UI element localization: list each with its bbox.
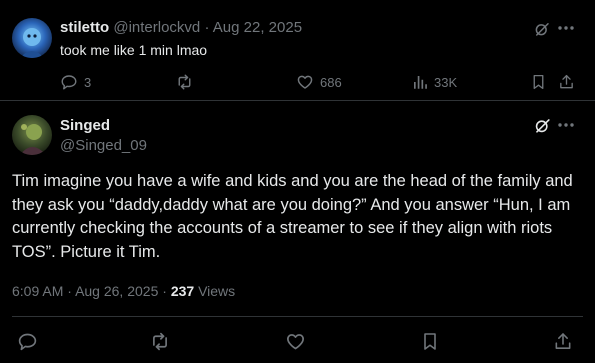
more-icon[interactable] — [558, 25, 574, 31]
reply-button[interactable] — [17, 331, 38, 352]
avatar-singed[interactable] — [12, 115, 52, 155]
reply-retweet-button[interactable] — [175, 73, 194, 91]
reply-header: stiletto @interlockvd · Aug 22, 2025 — [60, 19, 302, 36]
main-views-count[interactable]: 237 — [171, 283, 194, 299]
main-time[interactable]: 6:09 AM — [12, 283, 63, 299]
main-display-name[interactable]: Singed — [60, 117, 110, 134]
reply-icon — [60, 73, 78, 91]
main-handle[interactable]: @Singed_09 — [60, 137, 147, 154]
reply-handle[interactable]: @interlockvd — [113, 19, 200, 36]
main-views-label: Views — [198, 283, 236, 299]
share-icon[interactable] — [558, 73, 575, 91]
views-icon — [412, 73, 428, 91]
share-icon — [553, 331, 573, 352]
bookmark-button[interactable] — [420, 331, 440, 352]
main-meta: 6:09 AM · Aug 26, 2025 · 237 Views — [12, 283, 235, 299]
reply-reply-button[interactable]: 3 — [60, 73, 91, 91]
reply-display-name[interactable]: stiletto — [60, 19, 109, 36]
main-tweet-text: Tim imagine you have a wife and kids and… — [12, 172, 573, 261]
bookmark-icon[interactable] — [530, 73, 547, 91]
main-separator: · — [162, 283, 167, 299]
retweet-icon — [175, 73, 194, 91]
main-date[interactable]: Aug 26, 2025 — [75, 283, 158, 299]
main-separator: · — [67, 283, 72, 299]
reply-date[interactable]: Aug 22, 2025 — [213, 19, 302, 36]
grok-icon[interactable] — [533, 20, 551, 38]
retweet-icon — [149, 331, 171, 352]
avatar-stiletto[interactable] — [12, 18, 52, 58]
share-button[interactable] — [553, 331, 573, 352]
divider — [0, 100, 595, 101]
reply-count: 3 — [84, 74, 92, 90]
views-count: 33K — [434, 74, 458, 90]
like-icon — [285, 331, 306, 352]
bookmark-icon — [420, 331, 440, 352]
reply-separator: · — [204, 19, 210, 36]
grok-icon[interactable] — [533, 116, 552, 135]
like-icon — [296, 73, 314, 91]
more-icon[interactable] — [558, 122, 574, 128]
reply-views-button[interactable]: 33K — [412, 73, 457, 91]
reply-icon — [17, 331, 38, 352]
like-count: 686 — [320, 74, 342, 90]
divider — [12, 316, 583, 317]
reply-like-button[interactable]: 686 — [296, 73, 342, 91]
reply-text: took me like 1 min lmao — [60, 42, 208, 58]
like-button[interactable] — [285, 331, 306, 352]
retweet-button[interactable] — [149, 331, 171, 352]
